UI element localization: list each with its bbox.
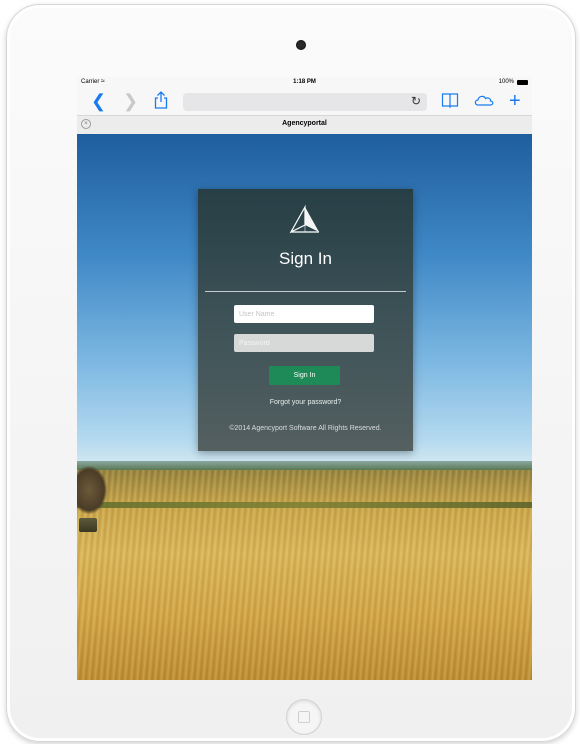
agencyport-logo-icon (289, 205, 319, 234)
bookmarks-icon[interactable] (441, 91, 459, 113)
status-bar: Carrier ≈ 1:18 PM 100% (77, 77, 532, 89)
background-crop-strip (77, 502, 532, 508)
share-icon[interactable] (154, 91, 168, 113)
battery-percentage: 100% (498, 79, 514, 85)
cloud-tabs-icon[interactable] (473, 91, 495, 113)
screen: Carrier ≈ 1:18 PM 100% ❮ ❯ ↻ + × Agencyp… (77, 77, 532, 680)
camera (296, 40, 306, 50)
home-button[interactable] (286, 699, 322, 735)
ipad-frame: Carrier ≈ 1:18 PM 100% ❮ ❯ ↻ + × Agencyp… (6, 4, 576, 742)
forgot-password-link[interactable]: Forgot your password? (198, 399, 413, 406)
reload-icon[interactable]: ↻ (411, 94, 421, 108)
bookmarks-icon-svg (441, 93, 459, 109)
divider (205, 291, 406, 292)
clock: 1:18 PM (293, 79, 316, 85)
background-tree (77, 466, 107, 514)
web-page: Sign In Sign In Forgot your password? ©2… (77, 134, 532, 680)
new-tab-icon[interactable]: + (509, 91, 521, 111)
forward-icon[interactable]: ❯ (123, 91, 138, 111)
signin-heading: Sign In (279, 249, 332, 268)
login-card: Sign In Sign In Forgot your password? ©2… (198, 189, 413, 451)
address-bar[interactable]: ↻ (183, 93, 427, 111)
password-input[interactable] (234, 334, 374, 352)
username-input[interactable] (234, 305, 374, 323)
tab-title[interactable]: Agencyportal (77, 120, 532, 127)
background-combine-harvester (79, 518, 97, 532)
signin-button[interactable]: Sign In (269, 366, 340, 385)
home-square-icon (298, 711, 310, 723)
share-icon-svg (154, 91, 168, 109)
tab-bar: × Agencyportal (77, 115, 532, 135)
battery-icon (517, 80, 528, 85)
copyright-text: ©2014 Agencyport Software All Rights Res… (229, 425, 382, 432)
cloud-icon-svg (474, 95, 494, 106)
browser-toolbar: ❮ ❯ ↻ + (77, 89, 532, 115)
back-icon[interactable]: ❮ (91, 91, 106, 111)
